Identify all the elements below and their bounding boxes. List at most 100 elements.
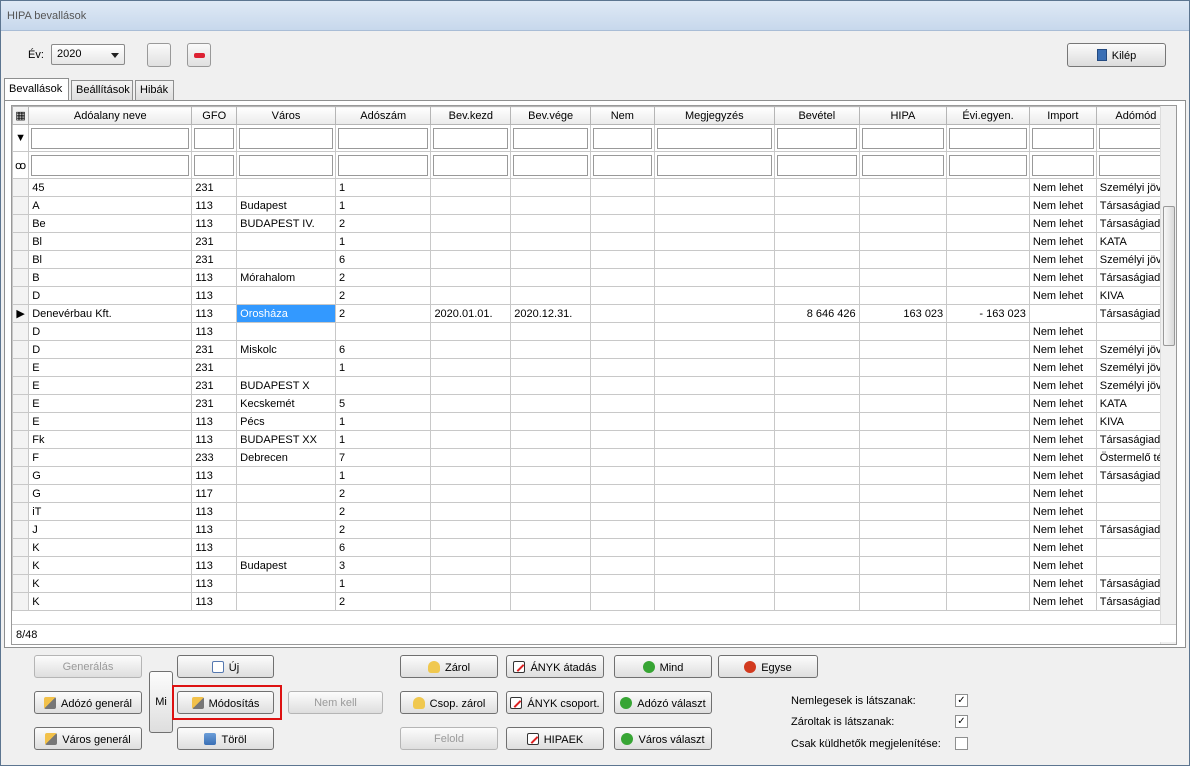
table-cell[interactable] xyxy=(236,358,336,377)
row-header[interactable] xyxy=(12,214,30,233)
anyk-group-button[interactable]: ÁNYK csoport. xyxy=(506,691,604,714)
table-cell[interactable]: Nem lehet xyxy=(1028,448,1097,467)
table-cell[interactable]: D xyxy=(28,322,193,341)
search-input[interactable] xyxy=(337,154,429,176)
table-cell[interactable] xyxy=(430,394,512,413)
table-cell[interactable] xyxy=(430,178,512,197)
table-cell[interactable]: - 163 023 xyxy=(946,304,1030,323)
row-header[interactable] xyxy=(12,376,30,395)
column-header[interactable]: Bevétel xyxy=(774,106,860,125)
table-cell[interactable]: 2020.12.31. xyxy=(510,304,592,323)
table-cell[interactable]: iT xyxy=(28,502,193,521)
table-cell[interactable] xyxy=(430,358,512,377)
row-header[interactable] xyxy=(12,340,30,359)
table-cell[interactable] xyxy=(774,286,860,305)
table-cell[interactable] xyxy=(510,376,592,395)
table-cell[interactable] xyxy=(858,358,948,377)
table-cell[interactable] xyxy=(858,412,948,431)
row-header[interactable] xyxy=(12,250,30,269)
row-header[interactable] xyxy=(12,430,30,449)
table-cell[interactable]: 6 xyxy=(334,538,432,557)
filter-input[interactable] xyxy=(777,127,857,149)
table-cell[interactable] xyxy=(236,322,336,341)
table-cell[interactable] xyxy=(774,538,860,557)
search-input[interactable] xyxy=(31,154,190,176)
table-cell[interactable]: 3 xyxy=(334,556,432,575)
table-cell[interactable] xyxy=(946,592,1030,611)
table-cell[interactable] xyxy=(946,466,1030,485)
table-cell[interactable]: 163 023 xyxy=(858,304,948,323)
table-cell[interactable]: 6 xyxy=(334,250,432,269)
table-cell[interactable] xyxy=(858,448,948,467)
table-cell[interactable] xyxy=(510,484,592,503)
table-cell[interactable]: 7 xyxy=(334,448,432,467)
table-cell[interactable] xyxy=(590,502,655,521)
table-cell[interactable] xyxy=(510,232,592,251)
table-cell[interactable] xyxy=(774,574,860,593)
side-button[interactable]: Mi xyxy=(149,671,173,733)
table-cell[interactable] xyxy=(653,178,776,197)
table-cell[interactable] xyxy=(653,214,776,233)
table-cell[interactable]: Nem lehet xyxy=(1028,466,1097,485)
table-cell[interactable]: Budapest xyxy=(236,556,336,575)
filter-input[interactable] xyxy=(513,127,589,149)
filter-input[interactable] xyxy=(949,127,1027,149)
table-cell[interactable]: G xyxy=(28,484,193,503)
table-cell[interactable]: Nem lehet xyxy=(1028,178,1097,197)
lock-button[interactable]: Zárol xyxy=(400,655,498,678)
table-cell[interactable] xyxy=(774,520,860,539)
table-cell[interactable] xyxy=(946,484,1030,503)
table-cell[interactable] xyxy=(510,358,592,377)
filter-input[interactable] xyxy=(337,127,429,149)
table-cell[interactable] xyxy=(430,214,512,233)
table-cell[interactable] xyxy=(653,358,776,377)
table-cell[interactable] xyxy=(510,466,592,485)
row-header[interactable] xyxy=(12,268,30,287)
row-header[interactable] xyxy=(12,196,30,215)
row-header[interactable] xyxy=(12,358,30,377)
unlock-button[interactable]: Felold xyxy=(400,727,498,750)
table-cell[interactable] xyxy=(653,196,776,215)
table-cell[interactable] xyxy=(946,322,1030,341)
table-cell[interactable]: 113 xyxy=(191,592,238,611)
table-cell[interactable] xyxy=(858,322,948,341)
table-cell[interactable]: Nem lehet xyxy=(1028,592,1097,611)
city-generate-button[interactable]: Város generál xyxy=(34,727,142,750)
table-cell[interactable] xyxy=(858,376,948,395)
table-cell[interactable] xyxy=(590,268,655,287)
search-input[interactable] xyxy=(949,154,1027,176)
table-cell[interactable] xyxy=(430,484,512,503)
table-cell[interactable]: Nem lehet xyxy=(1028,574,1097,593)
table-cell[interactable]: D xyxy=(28,340,193,359)
table-cell[interactable]: 2020.01.01. xyxy=(430,304,512,323)
year-select[interactable]: 2020 xyxy=(51,44,125,65)
table-cell[interactable] xyxy=(653,340,776,359)
table-cell[interactable]: Nem lehet xyxy=(1028,412,1097,431)
taxpayer-select-button[interactable]: Adózó választ xyxy=(614,691,712,714)
table-cell[interactable] xyxy=(430,430,512,449)
table-cell[interactable] xyxy=(774,340,860,359)
table-cell[interactable] xyxy=(653,376,776,395)
table-cell[interactable] xyxy=(946,196,1030,215)
row-header[interactable] xyxy=(12,502,30,521)
table-cell[interactable]: 5 xyxy=(334,394,432,413)
table-cell[interactable]: D xyxy=(28,286,193,305)
table-cell[interactable] xyxy=(510,214,592,233)
search-input[interactable] xyxy=(433,154,509,176)
table-cell[interactable] xyxy=(590,232,655,251)
row-header[interactable] xyxy=(12,484,30,503)
table-cell[interactable]: 1 xyxy=(334,196,432,215)
column-header[interactable]: Bev.vége xyxy=(510,106,592,125)
row-header[interactable] xyxy=(12,520,30,539)
table-cell[interactable]: 2 xyxy=(334,484,432,503)
column-header[interactable]: Adóalany neve xyxy=(28,106,193,125)
table-cell[interactable]: BUDAPEST XX xyxy=(236,430,336,449)
table-cell[interactable]: Nem lehet xyxy=(1028,322,1097,341)
table-cell[interactable]: E xyxy=(28,376,193,395)
table-row[interactable]: E 113 Pécs 1 Nem lehet KIVA xyxy=(12,412,1176,431)
table-cell[interactable]: Debrecen xyxy=(236,448,336,467)
table-cell[interactable] xyxy=(858,178,948,197)
table-cell[interactable] xyxy=(946,538,1030,557)
table-cell[interactable] xyxy=(334,376,432,395)
table-cell[interactable] xyxy=(946,268,1030,287)
